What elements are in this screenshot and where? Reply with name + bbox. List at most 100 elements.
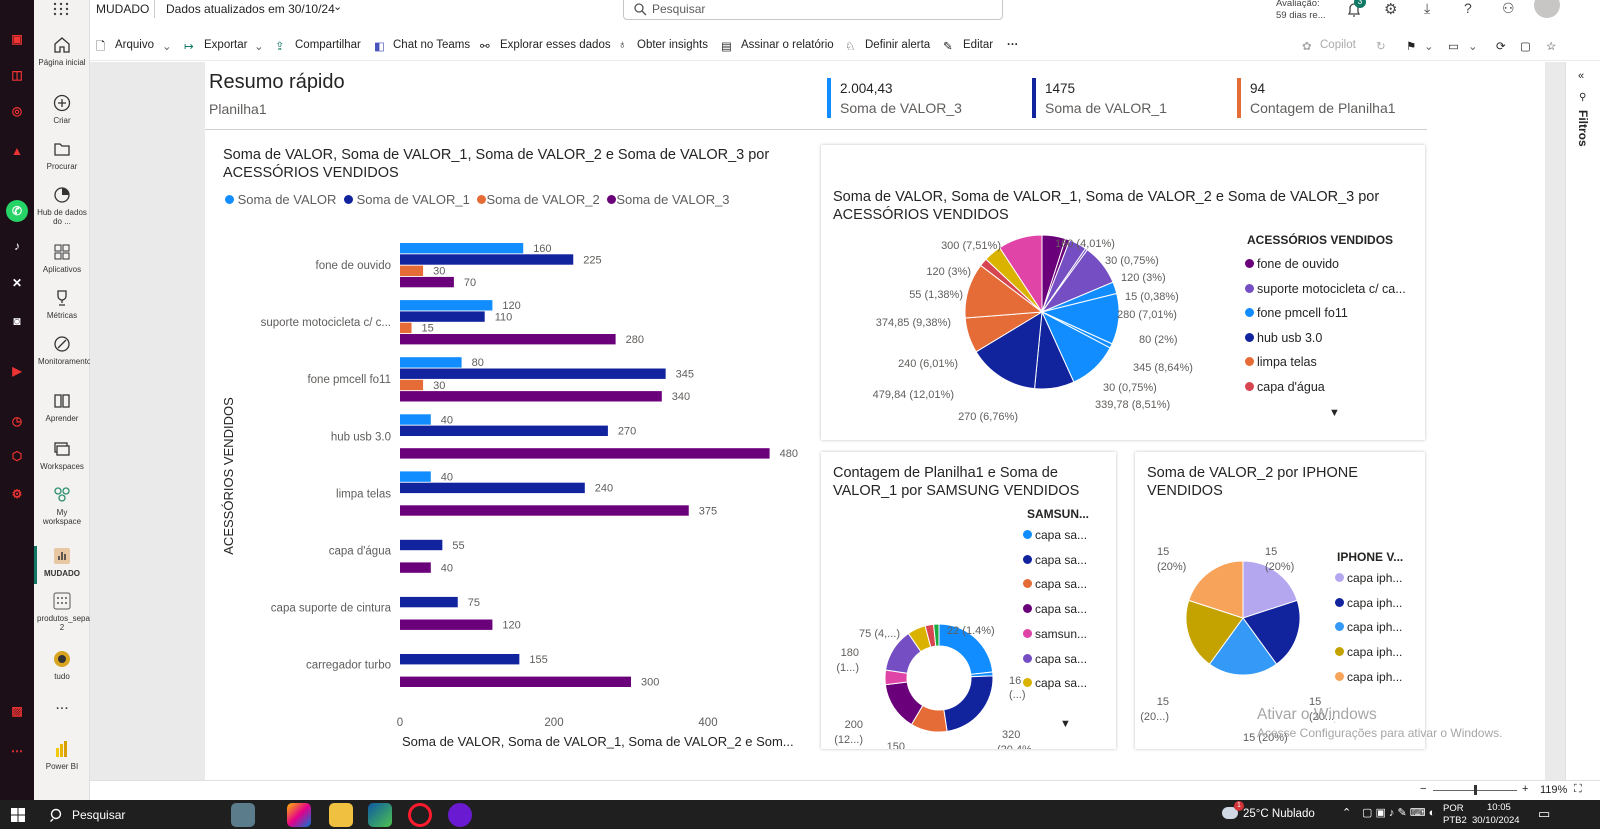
fit-page-icon[interactable]: ⛶ [1574,783,1582,796]
pie-accessories-plot[interactable]: 300 (7,51%) 160 (4,01%) 30 (0,75%) 120 (3%)… [821,145,1241,440]
legend-item[interactable]: capa sa... [1023,671,1087,696]
opera-icon[interactable] [408,803,432,827]
weather-label[interactable]: 25°C Nublado [1243,808,1315,820]
copilot-taskbar-icon[interactable] [287,803,311,827]
legend-item[interactable]: samsun... [1023,622,1087,647]
legend-item[interactable]: capa d'água [1245,375,1406,400]
file-explorer-icon[interactable] [329,803,353,827]
legend-scroll-down-icon[interactable]: ▼ [1060,718,1071,730]
menu-arquivo[interactable]: Arquivo [115,39,154,51]
clock-icon[interactable]: ◷ [6,410,28,432]
comment-icon[interactable]: ▢ [1520,39,1531,53]
windows-start-icon[interactable] [11,808,25,822]
binoculars-icon[interactable]: ⚯ [480,39,490,53]
reload-icon[interactable]: ⟳ [1496,39,1506,53]
nav-browse[interactable]: Procurar [34,140,90,171]
zoom-in-button[interactable]: + [1522,783,1528,795]
legend-item[interactable]: capa iph... [1335,566,1402,591]
legend-item[interactable]: capa iph... [1335,615,1402,640]
briefcase-icon[interactable]: ▣ [6,28,28,50]
twitch-icon[interactable]: ◫ [6,64,28,86]
button-explorar[interactable]: Explorar esses dados [500,39,611,51]
help-icon[interactable]: ? [1464,0,1472,16]
x-icon[interactable]: ✕ [6,272,28,294]
legend-item[interactable]: hub usb 3.0 [1245,326,1406,351]
legend-item[interactable]: capa sa... [1023,523,1087,548]
nav-powerbi[interactable]: Power BI [34,740,90,771]
lightbulb-icon[interactable]: ♁ [618,39,627,51]
avatar[interactable] [1534,0,1560,18]
copilot-icon[interactable]: ✿ [1302,39,1312,53]
zoom-slider-thumb[interactable] [1474,785,1477,795]
tiktok-icon[interactable]: ♪ [6,235,28,257]
samsung-donut-plot[interactable]: 75 (4,...) 22 (1.4%) 180 (1...) 16 (...) 200 (1… [821,452,1031,749]
nav-workspaces[interactable]: Workspaces [34,440,90,471]
legend-item[interactable]: fone pmcell fo11 [1245,301,1406,326]
notifications-icon[interactable]: ▭ [1538,806,1550,822]
favorite-icon[interactable]: ☆ [1546,39,1556,53]
discord-icon[interactable]: ◙ [6,310,28,332]
legend-item[interactable]: capa iph... [1335,665,1402,690]
bar-chart-plot[interactable]: fone de ouvido 160 225 30 70 suporte motocicl… [205,146,825,756]
share-feedback-icon[interactable]: ⚇ [1502,0,1515,17]
more-icon[interactable]: ⋯ [6,740,28,762]
image-icon[interactable]: ▨ [6,700,28,722]
legend-item[interactable]: limpa telas [1245,350,1406,375]
button-assinar[interactable]: Assinar o relatório [741,39,834,51]
legend-scroll-down-icon[interactable]: ▼ [1329,407,1340,419]
more-options-button[interactable]: ··· [1007,39,1019,51]
nav-apps[interactable]: Aplicativos [34,243,90,274]
clock-time[interactable]: 10:05 [1487,802,1511,813]
share-icon[interactable]: ⇪ [275,39,285,53]
pencil-icon[interactable]: ✎ [943,39,953,53]
whatsapp-icon[interactable]: ✆ [6,200,28,222]
legend-item[interactable]: capa iph... [1335,640,1402,665]
button-alerta[interactable]: Definir alerta [865,39,930,51]
button-editar[interactable]: Editar [963,39,993,51]
edge-icon[interactable] [368,803,392,827]
chevron-up-icon[interactable]: ⌃ [1342,806,1351,819]
bookmark-icon[interactable]: ⚑ [1406,39,1416,53]
nav-data-hub[interactable]: Hub de dados do ... [34,186,90,226]
search-icon[interactable] [50,808,64,822]
view-icon[interactable]: ▭ [1448,39,1459,53]
taskbar-search-label[interactable]: Pesquisar [72,808,125,822]
search-box[interactable]: Pesquisar [623,0,1003,20]
nav-create[interactable]: Criar [34,94,90,125]
widget-creature-icon[interactable] [231,803,255,827]
nav-monitoring[interactable]: Monitoramento [34,335,91,366]
chevron-down-icon[interactable]: ⌄ [254,39,264,53]
file-icon[interactable]: 🗋 [96,39,105,58]
collapse-icon[interactable]: « [1578,70,1584,82]
chevron-down-icon[interactable]: ⌄ [1468,39,1478,53]
button-copilot[interactable]: Copilot [1320,39,1356,51]
nav-my-workspace[interactable]: My workspace [34,486,90,526]
nav-dataset-produtos[interactable]: produtos_separados 2 [34,592,110,632]
legend-item[interactable]: capa sa... [1023,548,1087,573]
zoom-out-button[interactable]: − [1420,783,1426,795]
data-updated-label[interactable]: Dados atualizados em 30/10/24 [166,2,335,16]
tray-icons[interactable]: ▢ ▣ ♪ ✎ ⌨ ◐ [1362,806,1435,819]
nav-learn[interactable]: Aprender [34,392,90,423]
button-chat-teams[interactable]: Chat no Teams [393,39,470,51]
legend-item[interactable]: capa sa... [1023,597,1087,622]
subscribe-icon[interactable]: ▤ [721,39,732,53]
legend-item[interactable]: suporte motocicleta c/ ca... [1245,277,1406,302]
alert-bell-icon[interactable]: ♘ [845,39,855,53]
nav-metrics[interactable]: Métricas [34,289,90,320]
settings-icon[interactable]: ⚙ [6,483,28,505]
nav-home[interactable]: Página inicial [34,36,90,67]
workspace-name[interactable]: MUDADO [96,2,149,16]
clock-date[interactable]: 30/10/2024 [1472,815,1520,826]
discord-taskbar-icon[interactable] [448,803,472,827]
language-label[interactable]: POR [1443,803,1464,814]
export-icon[interactable]: ↦ [184,39,194,53]
chevron-down-icon[interactable]: ⌄ [1424,39,1434,53]
chevron-down-icon[interactable]: ⌄ [162,39,172,53]
nav-current-report[interactable]: MUDADO [34,547,90,578]
chevron-down-icon[interactable]: ⌄ [333,0,342,13]
button-compartilhar[interactable]: Compartilhar [295,39,361,51]
player-icon[interactable]: ▶ [6,360,28,382]
keyboard-layout-label[interactable]: PTB2 [1443,815,1467,826]
teams-icon[interactable]: ◧ [374,39,385,53]
